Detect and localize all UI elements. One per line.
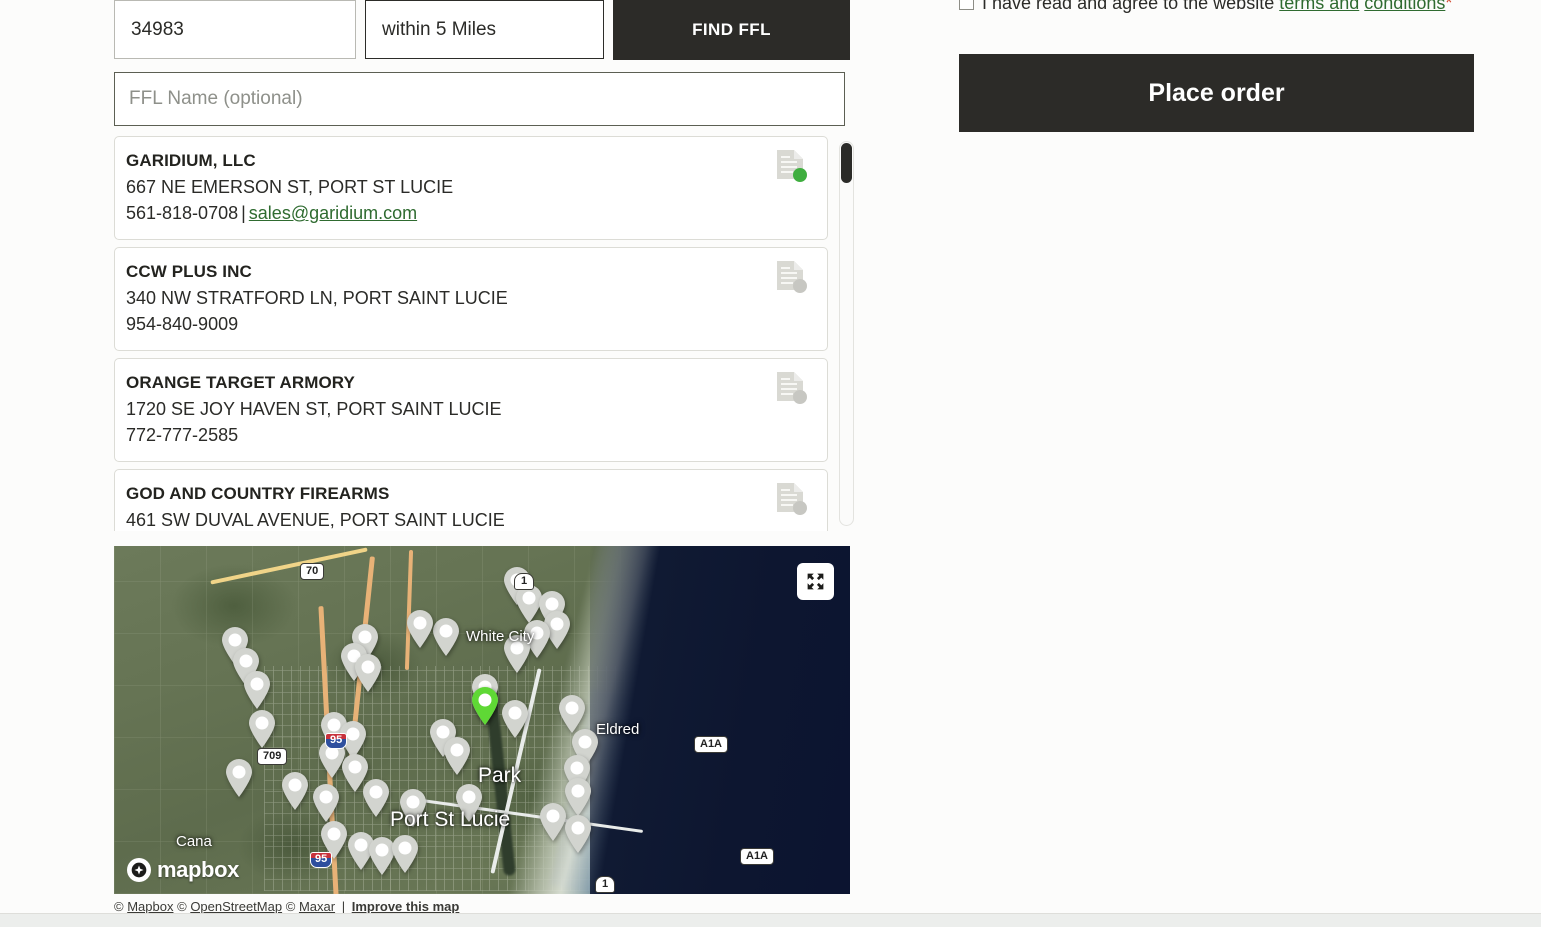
map-pin[interactable] xyxy=(311,783,341,823)
map-highway-shield: 70 xyxy=(300,563,325,580)
place-order-button[interactable]: Place order xyxy=(959,54,1474,132)
terms-link-line1[interactable]: terms and xyxy=(1279,0,1359,13)
map-pin-selected[interactable] xyxy=(470,686,500,726)
map-highway-shield: 95 xyxy=(325,733,348,749)
ffl-result-contact: 772-777-2585 xyxy=(126,425,811,446)
map-pin[interactable] xyxy=(224,758,254,798)
map-pin[interactable] xyxy=(353,653,383,693)
ffl-result-card[interactable]: CCW PLUS INC 340 NW STRATFORD LN, PORT SA… xyxy=(114,247,828,351)
improve-map-link[interactable]: Improve this map xyxy=(352,899,460,914)
map-place-label: Cana xyxy=(176,833,212,850)
map-attribution: © Mapbox © OpenStreetMap © Maxar | Impro… xyxy=(114,899,850,914)
ffl-finder-panel: within 5 Miles FIND FFL GARIDIUM, LLC 667… xyxy=(114,0,854,531)
ffl-map-container: mapbox White City Eldred Park Port St Lucie… xyxy=(114,546,850,914)
ffl-result-address: 1720 SE JOY HAVEN ST, PORT SAINT LUCIE xyxy=(126,399,502,419)
map-place-label: Eldred xyxy=(596,721,640,738)
map-pin[interactable] xyxy=(242,670,272,710)
ffl-document-icon xyxy=(777,372,807,404)
map-pin[interactable] xyxy=(563,814,593,854)
ffl-result-address: 340 NW STRATFORD LN, PORT SAINT LUCIE xyxy=(126,288,508,308)
ffl-document-icon xyxy=(777,150,807,182)
map-highway-shield: 709 xyxy=(257,748,288,765)
expand-icon xyxy=(807,573,824,590)
map-place-label: White City xyxy=(466,628,535,645)
checkout-panel: I have read and agree to the website ter… xyxy=(959,0,1474,132)
map-pin[interactable] xyxy=(247,709,277,749)
ffl-contact-separator: | xyxy=(241,203,246,223)
copyright-symbol-2: © xyxy=(177,899,187,914)
mapbox-logo-text: mapbox xyxy=(157,857,239,882)
terms-link-line2[interactable]: conditions xyxy=(1364,0,1445,13)
ffl-result-card[interactable]: ORANGE TARGET ARMORY 1720 SE JOY HAVEN ST… xyxy=(114,358,828,462)
attribution-maxar-link[interactable]: Maxar xyxy=(299,899,335,914)
results-scrollbar-thumb[interactable] xyxy=(841,143,852,183)
ffl-result-card[interactable]: GOD AND COUNTRY FIREARMS 461 SW DUVAL AVE… xyxy=(114,469,828,531)
ffl-result-email-link[interactable]: sales@garidium.com xyxy=(249,203,417,223)
map-highway-shield: 1 xyxy=(514,573,535,590)
results-scrollbar[interactable] xyxy=(839,141,854,526)
ffl-result-phone: 772-777-2585 xyxy=(126,425,239,445)
ffl-map[interactable]: mapbox White City Eldred Park Port St Lucie… xyxy=(114,546,850,894)
ffl-result-contact: 561-818-0708 | sales@garidium.com xyxy=(126,203,811,224)
map-highway-shield: 1 xyxy=(595,876,616,893)
copyright-symbol-1: © xyxy=(114,899,124,914)
ffl-results-list: GARIDIUM, LLC 667 NE EMERSON ST, PORT ST … xyxy=(114,136,828,531)
required-marker: * xyxy=(1445,0,1453,13)
map-pin[interactable] xyxy=(431,617,461,657)
ffl-search-row: within 5 Miles FIND FFL xyxy=(114,0,854,60)
ffl-result-phone: 561-818-0708 xyxy=(126,203,239,223)
attribution-divider: | xyxy=(341,899,346,914)
map-pin[interactable] xyxy=(405,609,435,649)
map-pin[interactable] xyxy=(390,834,420,874)
ffl-result-name: GOD AND COUNTRY FIREARMS xyxy=(126,484,390,503)
zip-code-input[interactable] xyxy=(114,0,356,59)
ffl-results-scroll-area[interactable]: GARIDIUM, LLC 667 NE EMERSON ST, PORT ST … xyxy=(114,136,854,531)
search-radius-select[interactable]: within 5 Miles xyxy=(365,0,604,59)
map-highway-shield: A1A xyxy=(740,848,775,865)
ffl-result-contact: 954-840-9009 xyxy=(126,314,811,335)
mapbox-mark-icon xyxy=(127,858,151,882)
ffl-result-name: CCW PLUS INC xyxy=(126,262,252,281)
map-highway-shield: 95 xyxy=(310,852,333,868)
attribution-mapbox-link[interactable]: Mapbox xyxy=(127,899,173,914)
page-bottom-strip xyxy=(0,913,1541,927)
map-place-label: Park xyxy=(478,764,522,787)
map-pin[interactable] xyxy=(500,699,530,739)
ffl-document-icon xyxy=(777,483,807,515)
ffl-result-name: GARIDIUM, LLC xyxy=(126,151,256,170)
terms-prefix: I have read and agree to the website xyxy=(982,0,1275,13)
ffl-name-input[interactable] xyxy=(114,72,845,126)
map-pin[interactable] xyxy=(361,778,391,818)
map-pin[interactable] xyxy=(280,771,310,811)
attribution-osm-link[interactable]: OpenStreetMap xyxy=(190,899,282,914)
ffl-result-address: 667 NE EMERSON ST, PORT ST LUCIE xyxy=(126,177,454,197)
map-pin[interactable] xyxy=(442,736,472,776)
ffl-result-phone: 954-840-9009 xyxy=(126,314,239,334)
mapbox-logo[interactable]: mapbox xyxy=(127,857,239,883)
ffl-result-address: 461 SW DUVAL AVENUE, PORT SAINT LUCIE xyxy=(126,510,505,530)
ffl-document-icon xyxy=(777,261,807,293)
map-place-label: Port St Lucie xyxy=(390,808,511,831)
find-ffl-button[interactable]: FIND FFL xyxy=(613,0,850,60)
terms-agreement-row: I have read and agree to the website ter… xyxy=(959,0,1474,18)
map-highway-shield: A1A xyxy=(694,736,729,753)
terms-checkbox[interactable] xyxy=(959,0,974,10)
ffl-result-card[interactable]: GARIDIUM, LLC 667 NE EMERSON ST, PORT ST … xyxy=(114,136,828,240)
copyright-symbol-3: © xyxy=(285,899,296,914)
map-fullscreen-button[interactable] xyxy=(797,563,834,600)
terms-text: I have read and agree to the website ter… xyxy=(982,0,1452,18)
ffl-result-name: ORANGE TARGET ARMORY xyxy=(126,373,355,392)
